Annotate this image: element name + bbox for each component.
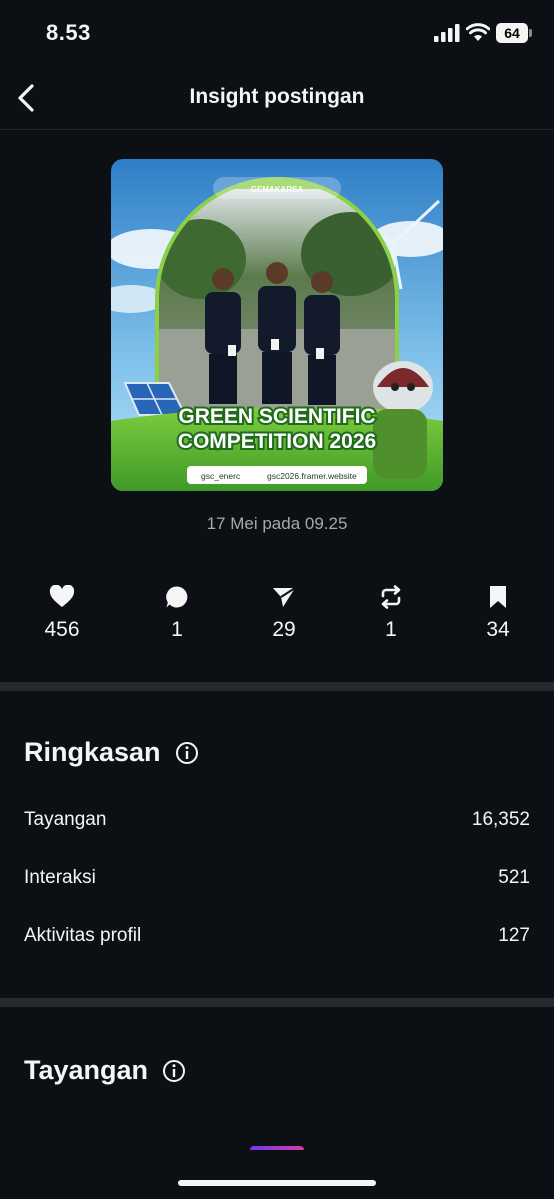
info-icon[interactable] <box>175 741 199 765</box>
heart-icon <box>49 585 75 607</box>
section-divider <box>0 682 554 691</box>
likes-count: 456 <box>44 618 80 641</box>
views-chart-partial <box>250 1146 304 1150</box>
wifi-icon <box>466 23 490 41</box>
comment-icon <box>166 586 188 608</box>
comments-count: 1 <box>171 618 183 641</box>
battery-level: 64 <box>496 23 528 43</box>
header: Insight postingan <box>0 66 554 130</box>
metric-comments[interactable]: 1 <box>137 584 217 642</box>
reposts-count: 1 <box>385 618 397 641</box>
metric-reposts[interactable]: 1 <box>351 584 431 642</box>
post-image-headline-2: COMPETITION 2026 <box>178 430 376 453</box>
post-thumbnail[interactable]: GEMAKARSA GREEN SCIENTIFIC COMPETITION 2… <box>111 159 443 491</box>
signal-icon <box>434 24 460 42</box>
saves-count: 34 <box>486 618 510 641</box>
post-image-headline-1: GREEN SCIENTIFIC <box>178 405 375 428</box>
post-image-site: gsc2026.framer.website <box>267 471 357 481</box>
summary-row-label: Tayangan <box>24 809 107 830</box>
shares-count: 29 <box>272 618 296 641</box>
post-image-handle: gsc_enerc <box>201 471 241 481</box>
views-section-title: Tayangan <box>24 1055 186 1086</box>
status-time: 8.53 <box>46 20 91 45</box>
share-icon <box>273 587 296 607</box>
post-image-artwork: GEMAKARSA GREEN SCIENTIFIC COMPETITION 2… <box>111 159 443 491</box>
page-title: Insight postingan <box>189 85 365 108</box>
metric-saves[interactable]: 34 <box>458 584 538 642</box>
summary-row-value: 521 <box>498 867 530 888</box>
summary-title: Ringkasan <box>24 737 161 767</box>
views-title: Tayangan <box>24 1055 149 1085</box>
metric-likes[interactable]: 456 <box>22 584 102 642</box>
summary-row-label: Interaksi <box>24 867 96 888</box>
summary-row-value: 16,352 <box>471 809 530 830</box>
post-image-logo-text: GEMAKARSA <box>251 185 304 194</box>
home-indicator[interactable] <box>178 1180 376 1186</box>
battery-tip <box>529 29 532 37</box>
status-bar: 8.53 64 <box>0 0 554 66</box>
summary-row-value: 127 <box>498 925 530 946</box>
summary-section-title: Ringkasan <box>24 737 199 768</box>
section-divider <box>0 998 554 1007</box>
summary-row-interactions[interactable]: Interaksi 521 <box>24 863 530 893</box>
post-date: 17 Mei pada 09.25 <box>206 514 348 533</box>
repost-icon <box>381 585 401 609</box>
summary-row-profile-activity[interactable]: Aktivitas profil 127 <box>24 921 530 951</box>
summary-row-label: Aktivitas profil <box>24 925 142 946</box>
metric-shares[interactable]: 29 <box>244 584 324 642</box>
battery-indicator: 64 <box>496 23 532 43</box>
summary-row-views[interactable]: Tayangan 16,352 <box>24 805 530 835</box>
info-icon[interactable] <box>162 1059 186 1083</box>
bookmark-icon <box>490 586 506 608</box>
